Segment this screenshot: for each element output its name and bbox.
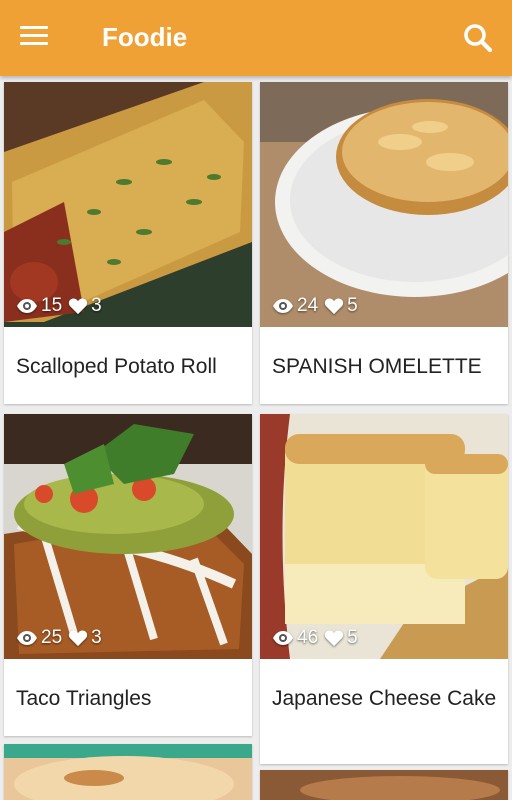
view-count: 46 <box>297 627 319 648</box>
recipe-card-spanish-omelette[interactable]: 24 5 SPANISH OMELETTE <box>260 82 508 404</box>
heart-icon <box>69 630 88 647</box>
heart-icon <box>325 298 344 315</box>
app-bar: Foodie <box>0 0 512 76</box>
recipe-stats: 24 5 <box>272 295 364 317</box>
recipe-title: Taco Triangles <box>16 687 152 710</box>
recipe-image <box>260 414 508 659</box>
recipe-card-taco-triangles[interactable]: 25 3 Taco Triangles <box>4 414 252 736</box>
view-count: 15 <box>41 295 63 316</box>
recipe-image <box>4 82 252 327</box>
heart-icon <box>325 630 344 647</box>
recipe-card-partial[interactable] <box>4 744 252 800</box>
app-title: Foodie <box>102 22 188 52</box>
view-count: 24 <box>297 295 319 316</box>
recipe-card-japanese-cheese-cake[interactable]: 46 5 Japanese Cheese Cake <box>260 414 508 764</box>
hamburger-menu-icon[interactable] <box>20 26 48 48</box>
recipe-image <box>4 744 252 800</box>
recipe-image <box>260 82 508 327</box>
recipe-stats: 15 3 <box>16 295 108 317</box>
like-count: 5 <box>347 295 358 316</box>
recipe-image <box>4 414 252 659</box>
eye-icon <box>273 299 293 313</box>
recipe-card-scalloped-potato-roll[interactable]: 15 3 Scalloped Potato Roll <box>4 82 252 404</box>
recipe-stats: 25 3 <box>16 627 108 649</box>
recipe-stats: 46 5 <box>272 627 364 649</box>
recipe-title: Japanese Cheese Cake <box>272 687 497 710</box>
recipe-image <box>260 770 508 800</box>
like-count: 5 <box>347 627 358 648</box>
eye-icon <box>273 631 293 645</box>
view-count: 25 <box>41 627 63 648</box>
eye-icon <box>17 631 37 645</box>
recipe-title: SPANISH OMELETTE <box>272 355 482 378</box>
like-count: 3 <box>91 295 102 316</box>
search-icon[interactable] <box>462 22 494 54</box>
recipe-card-partial[interactable] <box>260 770 508 800</box>
like-count: 3 <box>91 627 102 648</box>
eye-icon <box>17 299 37 313</box>
recipe-title: Scalloped Potato Roll <box>16 355 217 378</box>
heart-icon <box>69 298 88 315</box>
